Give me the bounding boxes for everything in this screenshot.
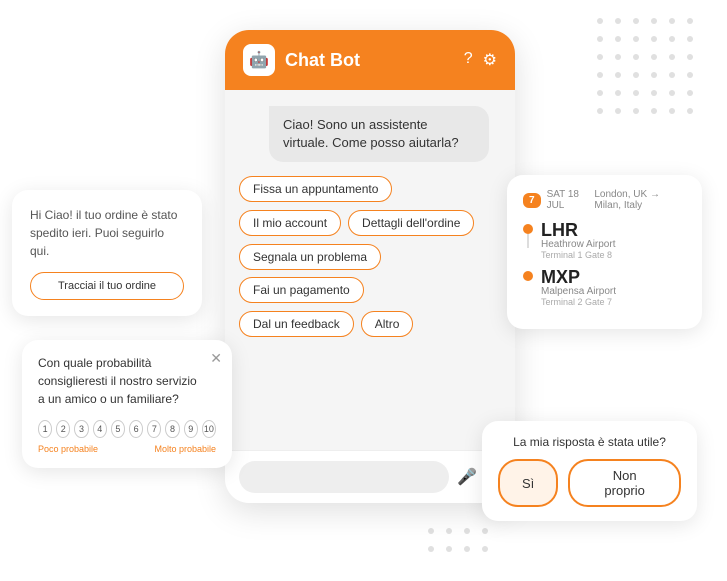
dest-info: MXP Malpensa Airport Terminal 2 Gate 7 [541,268,616,307]
flight-header: 7 SAT 18 JUL London, UK → Milan, Italy [523,189,686,211]
chatbot-footer: 🎤 ⋮ [225,450,515,503]
chatbot-icon: 🤖 [243,44,275,76]
nps-number-1[interactable]: 1 [38,420,52,438]
origin-info: LHR Heathrow Airport Terminal 1 Gate 8 [541,221,615,260]
nps-number-10[interactable]: 10 [202,420,216,438]
nps-number-5[interactable]: 5 [111,420,125,438]
track-order-button[interactable]: Tracciai il tuo ordine [30,272,184,300]
nps-number-8[interactable]: 8 [165,420,179,438]
origin-dot [523,224,533,234]
nps-number-7[interactable]: 7 [147,420,161,438]
chip-appointment[interactable]: Fissa un appuntamento [239,176,392,202]
chatbot-header-actions: ? ⚙ [464,50,497,70]
dest-airport: Malpensa Airport [541,286,616,297]
nps-number-9[interactable]: 9 [184,420,198,438]
help-icon[interactable]: ? [464,50,473,70]
origin-airport: Heathrow Airport [541,239,615,250]
flight-card: 7 SAT 18 JUL London, UK → Milan, Italy L… [507,175,702,329]
flight-dest: MXP Malpensa Airport Terminal 2 Gate 7 [523,268,686,307]
chips-row-3: Segnala un problema Fai un pagamento [239,244,501,303]
chip-account[interactable]: Il mio account [239,210,341,236]
chat-greeting: Ciao! Sono un assistente virtuale. Come … [269,106,489,162]
feedback-card: La mia risposta è stata utile? Sì Non pr… [482,421,697,521]
chatbot-body: Ciao! Sono un assistente virtuale. Come … [225,90,515,450]
chat-message-wrap: Ciao! Sono un assistente virtuale. Come … [239,106,501,162]
chat-input[interactable] [239,461,449,493]
order-card-text: Hi Ciao! il tuo ordine è stato spedito i… [30,206,184,260]
decorative-dots-bottom [428,528,492,556]
chip-other[interactable]: Altro [361,311,414,337]
feedback-buttons: Sì Non proprio [498,459,681,507]
origin-code: LHR [541,221,615,239]
nps-close-icon[interactable]: ✕ [210,350,222,367]
flight-date: SAT 18 JUL [547,189,589,211]
settings-icon[interactable]: ⚙ [483,50,497,70]
chips-row-2: Il mio account Dettagli dell'ordine [239,210,501,236]
nps-number-4[interactable]: 4 [93,420,107,438]
chatbot-header: 🤖 Chat Bot ? ⚙ [225,30,515,90]
chip-report-problem[interactable]: Segnala un problema [239,244,381,270]
nps-labels: Poco probabile Molto probabile [38,444,216,454]
order-tracking-card: Hi Ciao! il tuo ordine è stato spedito i… [12,190,202,316]
microphone-icon[interactable]: 🎤 [457,467,477,487]
flight-origin: LHR Heathrow Airport Terminal 1 Gate 8 [523,221,686,260]
feedback-question: La mia risposta è stata utile? [498,435,681,449]
chatbot-title: Chat Bot [285,50,454,71]
nps-numbers: 12345678910 [38,420,216,438]
dest-dot [523,271,533,281]
flight-line [527,234,529,248]
chip-feedback[interactable]: Dal un feedback [239,311,354,337]
chips-row-1: Fissa un appuntamento [239,176,501,202]
chatbot-phone: 🤖 Chat Bot ? ⚙ Ciao! Sono un assistente … [225,30,515,503]
flight-route: London, UK → Milan, Italy [594,189,686,211]
flight-badge: 7 [523,193,541,208]
nps-question: Con quale probabilità consiglieresti il … [38,354,216,408]
feedback-no-button[interactable]: Non proprio [568,459,681,507]
nps-number-2[interactable]: 2 [56,420,70,438]
nps-label-high: Molto probabile [154,444,216,454]
nps-label-low: Poco probabile [38,444,98,454]
origin-terminal: Terminal 1 Gate 8 [541,250,615,260]
decorative-dots-top: const dg = document.querySelector('.dot-… [597,18,697,118]
nps-card: ✕ Con quale probabilità consiglieresti i… [22,340,232,468]
dest-code: MXP [541,268,616,286]
chip-order-details[interactable]: Dettagli dell'ordine [348,210,474,236]
nps-number-3[interactable]: 3 [74,420,88,438]
feedback-yes-button[interactable]: Sì [498,459,558,507]
chips-row-4: Dal un feedback Altro [239,311,501,337]
chip-payment[interactable]: Fai un pagamento [239,277,364,303]
dest-terminal: Terminal 2 Gate 7 [541,297,616,307]
nps-number-6[interactable]: 6 [129,420,143,438]
